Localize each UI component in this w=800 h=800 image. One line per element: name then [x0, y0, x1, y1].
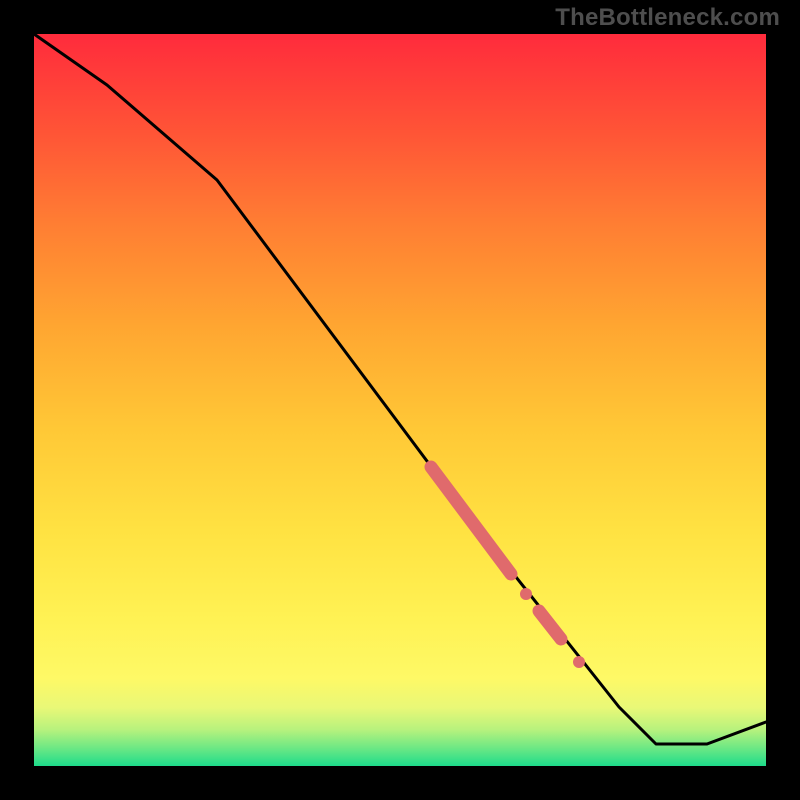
- highlight-segment-2: [539, 611, 561, 639]
- bottleneck-curve-line: [34, 34, 766, 744]
- curve-svg: [34, 34, 766, 766]
- chart-root: TheBottleneck.com: [0, 0, 800, 800]
- plot-area: [34, 34, 766, 766]
- watermark-text: TheBottleneck.com: [555, 4, 780, 32]
- highlight-segment-1: [431, 467, 511, 574]
- highlight-dot-1: [520, 588, 532, 600]
- highlight-dot-2: [573, 656, 585, 668]
